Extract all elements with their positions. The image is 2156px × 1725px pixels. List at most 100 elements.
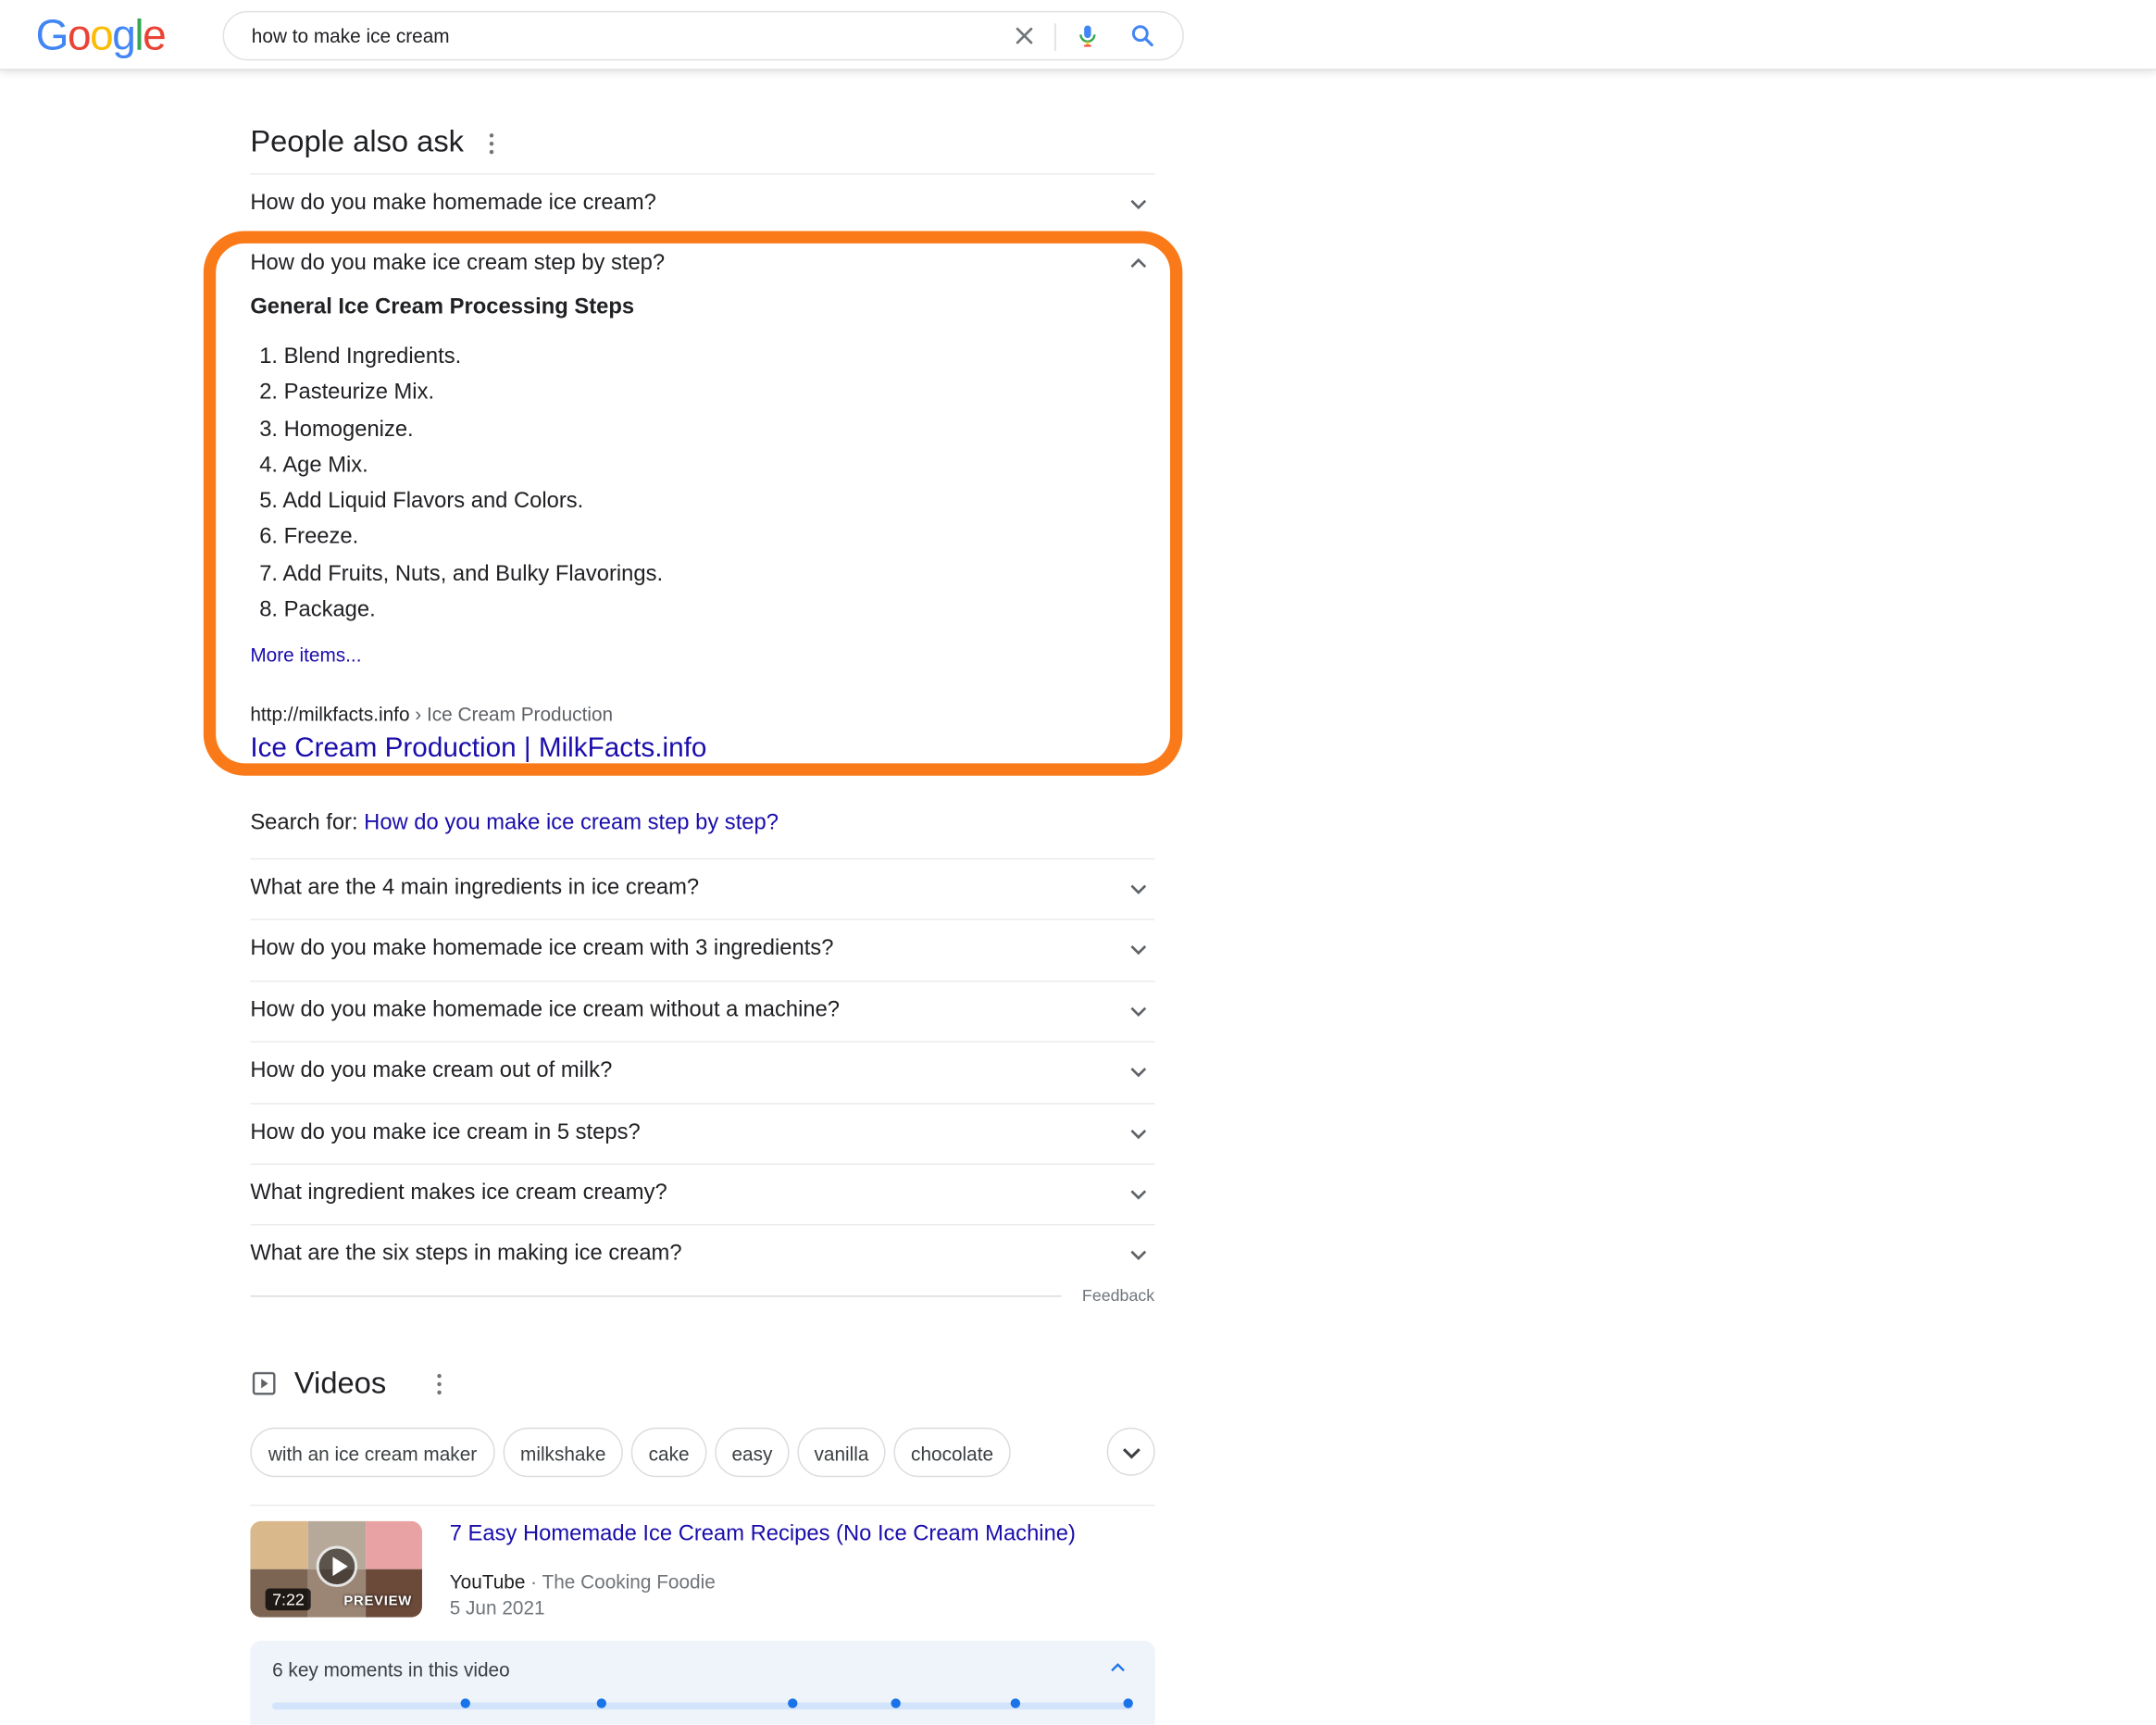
mic-icon[interactable] — [1074, 22, 1102, 50]
logo-letter: G — [35, 10, 69, 59]
step-text: Age Mix. — [278, 453, 368, 478]
paa-question[interactable]: What are the 4 main ingredients in ice c… — [250, 858, 1154, 919]
logo-letter: o — [90, 10, 114, 59]
top-bar: Google — [0, 0, 2156, 70]
logo-letter: e — [143, 10, 167, 59]
key-moment-marker[interactable] — [788, 1698, 798, 1708]
filter-chip[interactable]: easy — [715, 1427, 790, 1478]
cite-domain: http://milkfacts.info — [250, 702, 410, 725]
step-number: 1. — [259, 344, 279, 369]
step-number: 8. — [259, 598, 279, 622]
step-text: Add Fruits, Nuts, and Bulky Flavorings. — [278, 562, 664, 586]
search-for-link[interactable]: How do you make ice cream step by step? — [364, 811, 779, 834]
key-moment-marker[interactable] — [596, 1698, 607, 1708]
step-text: Homogenize. — [278, 417, 414, 442]
answer-step: 5. Add Liquid Flavors and Colors. — [250, 484, 663, 520]
answer-step: 8. Package. — [250, 593, 663, 629]
search-input[interactable] — [251, 12, 994, 59]
video-source: YouTube · The Cooking Foodie — [450, 1570, 716, 1593]
logo-letter: o — [67, 10, 92, 59]
paa-question[interactable]: How do you make homemade ice cream with … — [250, 919, 1154, 980]
chevron-down-icon — [1130, 1068, 1147, 1078]
chevron-down-icon — [1130, 1129, 1147, 1139]
step-text: Freeze. — [278, 526, 359, 550]
video-title-link[interactable]: 7 Easy Homemade Ice Cream Recipes (No Ic… — [450, 1522, 1076, 1547]
filter-chip[interactable]: cake — [630, 1427, 707, 1478]
videos-heading: Videos — [293, 1365, 387, 1401]
chips-expand-button[interactable] — [1106, 1427, 1155, 1476]
step-number: 6. — [259, 526, 279, 550]
paa-question-1[interactable]: How do you make homemade ice cream? — [250, 173, 1154, 233]
google-logo[interactable]: Google — [35, 10, 167, 60]
step-text: Pasteurize Mix. — [278, 381, 435, 406]
answer-step: 2. Pasteurize Mix. — [250, 376, 663, 412]
filter-chip[interactable]: vanilla — [797, 1427, 886, 1478]
answer-step: 7. Add Fruits, Nuts, and Bulky Flavoring… — [250, 556, 663, 593]
question-text: What ingredient makes ice cream creamy? — [250, 1181, 667, 1206]
paa-question[interactable]: How do you make ice cream in 5 steps? — [250, 1103, 1154, 1163]
question-text: What are the six steps in making ice cre… — [250, 1242, 682, 1267]
video-platform: YouTube — [449, 1570, 526, 1593]
key-moment-marker[interactable] — [1010, 1698, 1021, 1708]
answer-heading: General Ice Cream Processing Steps — [250, 295, 635, 319]
step-text: Add Liquid Flavors and Colors. — [278, 490, 584, 514]
step-number: 5. — [259, 490, 279, 514]
video-duration: 7:22 — [265, 1588, 312, 1611]
result-title-link[interactable]: Ice Cream Production | MilkFacts.info — [250, 733, 706, 765]
key-moments-panel[interactable]: 6 key moments in this video — [250, 1640, 1155, 1725]
question-text: How do you make ice cream in 5 steps? — [250, 1119, 641, 1144]
cite-breadcrumb: › Ice Cream Production — [409, 702, 614, 725]
video-channel: · The Cooking Foodie — [525, 1570, 716, 1593]
chevron-down-icon — [1122, 1448, 1140, 1459]
divider — [250, 1504, 1155, 1506]
more-items-link[interactable]: More items... — [250, 644, 361, 666]
video-thumbnail[interactable]: 7:22 PREVIEW — [250, 1520, 422, 1618]
question-text: How do you make ice cream step by step? — [250, 251, 666, 276]
paa-question-expanded[interactable]: How do you make ice cream step by step? — [250, 234, 1154, 294]
videos-more-options-icon[interactable] — [436, 1373, 444, 1396]
key-moments-timeline — [272, 1702, 1133, 1710]
search-box-divider — [1054, 23, 1056, 51]
thumbnail-tile — [366, 1520, 422, 1569]
feedback-link[interactable]: Feedback — [1082, 1286, 1154, 1306]
search-icon[interactable] — [1128, 22, 1156, 50]
step-number: 3. — [259, 417, 279, 442]
feedback-divider — [250, 1295, 1062, 1297]
logo-letter: g — [112, 10, 136, 59]
step-number: 2. — [259, 381, 279, 406]
filter-chip[interactable]: chocolate — [893, 1427, 1011, 1478]
search-for-line: Search for: How do you make ice cream st… — [250, 811, 779, 836]
chevron-up-icon — [1130, 257, 1147, 269]
question-text: How do you make homemade ice cream witho… — [250, 998, 841, 1022]
search-box[interactable] — [222, 10, 1184, 61]
thumbnail-tile — [250, 1520, 308, 1569]
clear-icon[interactable] — [1011, 22, 1039, 50]
video-date: 5 Jun 2021 — [449, 1596, 545, 1619]
play-icon — [316, 1545, 358, 1588]
key-moments-label: 6 key moments in this video — [272, 1658, 510, 1681]
question-text: How do you make homemade ice cream with … — [250, 937, 834, 961]
chevron-down-icon — [1130, 884, 1147, 894]
video-play-icon — [252, 1371, 276, 1395]
answer-step: 4. Age Mix. — [250, 448, 663, 484]
key-moment-marker[interactable] — [891, 1698, 901, 1708]
result-citation: http://milkfacts.info › Ice Cream Produc… — [250, 703, 613, 725]
paa-question[interactable]: How do you make cream out of milk? — [250, 1042, 1154, 1102]
filter-chip[interactable]: milkshake — [503, 1427, 623, 1478]
paa-more-options-icon[interactable] — [488, 133, 496, 156]
answer-step: 6. Freeze. — [250, 520, 663, 556]
paa-heading: People also ask — [250, 123, 465, 158]
key-moment-marker[interactable] — [1123, 1698, 1133, 1708]
question-text: How do you make cream out of milk? — [250, 1058, 613, 1083]
question-text: How do you make homemade ice cream? — [250, 191, 656, 215]
step-number: 4. — [259, 453, 279, 478]
paa-question[interactable]: How do you make homemade ice cream witho… — [250, 981, 1154, 1041]
search-results-page: Google People also ask How do you make h… — [0, 0, 2156, 1725]
paa-question[interactable]: What are the six steps in making ice cre… — [250, 1224, 1154, 1284]
filter-chip[interactable]: with an ice cream maker — [250, 1427, 495, 1478]
step-number: 7. — [259, 562, 279, 586]
key-moment-marker[interactable] — [460, 1698, 470, 1708]
paa-question[interactable]: What ingredient makes ice cream creamy? — [250, 1164, 1154, 1224]
chevron-down-icon — [1130, 1006, 1147, 1017]
chevron-up-icon[interactable] — [1108, 1658, 1128, 1678]
